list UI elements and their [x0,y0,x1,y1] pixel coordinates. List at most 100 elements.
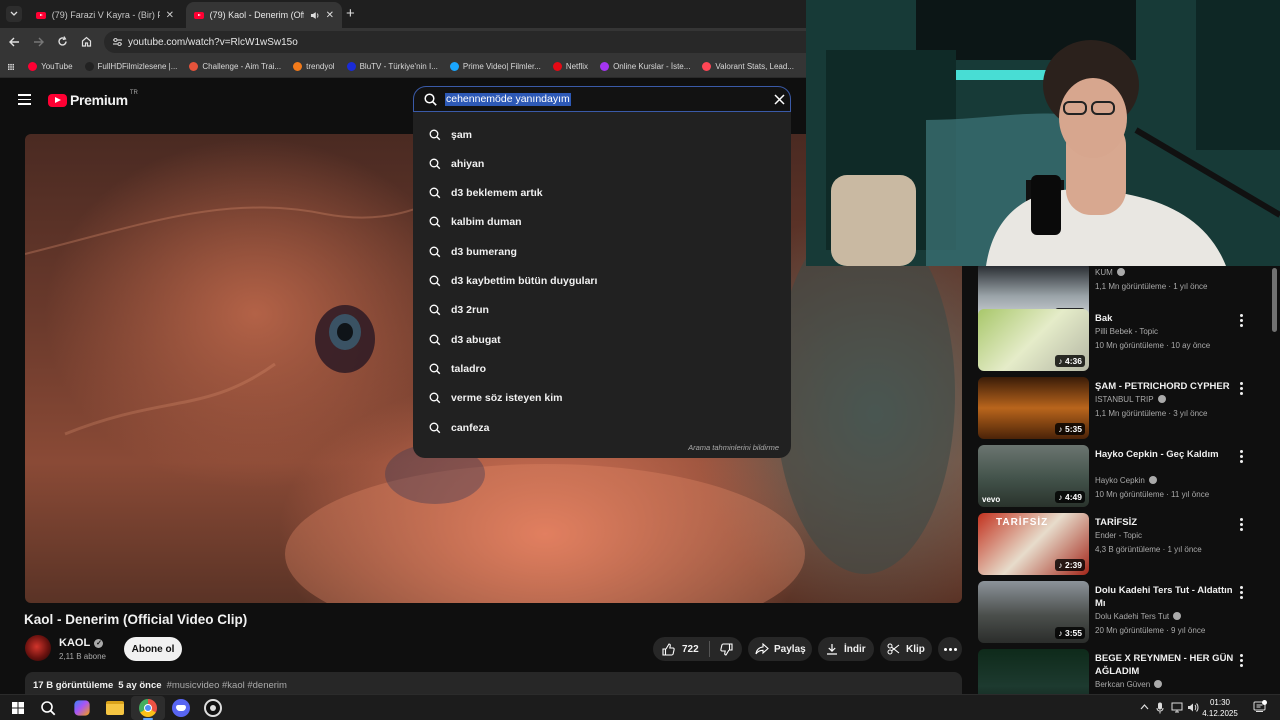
chevron-up-icon[interactable] [1140,703,1149,711]
recommended-channel[interactable]: KUM [1095,268,1125,277]
recommended-channel[interactable]: Ender - Topic [1095,531,1142,540]
search-suggestion[interactable]: taladro [413,354,791,383]
search-suggestion[interactable]: ahiyan [413,149,791,178]
more-options-icon[interactable] [1236,379,1246,397]
bookmark-favicon-icon [600,62,610,71]
youtube-logo[interactable]: Premium TR [48,90,138,108]
more-options-icon[interactable] [1236,447,1246,465]
discord-icon[interactable] [172,699,190,717]
url-bar[interactable]: youtube.com/watch?v=RlcW1wSw15o [104,31,806,53]
bookmark-label: Prime Video| Filmler... [462,62,541,71]
recommended-title[interactable]: Dolu Kadehi Ters Tut - Aldattın Mı [1095,584,1245,610]
close-tab-icon[interactable]: ✕ [326,10,334,21]
search-suggestion[interactable]: canfeza [413,413,791,442]
video-thumbnail[interactable]: TARİFSİZ ♪ 2:39 [978,513,1089,575]
bookmark-item[interactable]: Online Kurslar - İste... [600,62,690,71]
like-button[interactable]: 722 [653,637,709,661]
search-suggestion[interactable]: d3 abugat [413,325,791,354]
bookmark-item[interactable]: Valorant Stats, Lead... [702,62,794,71]
recommended-title[interactable]: TARİFSİZ [1095,516,1245,529]
hashtags[interactable]: #musicvideo #kaol #denerim [167,680,287,694]
clip-button[interactable]: Klip [880,637,932,661]
back-arrow-icon[interactable] [9,37,20,47]
recommended-video[interactable]: TARİFSİZ ♪ 2:39 TARİFSİZ Ender - Topic 4,3 B… [978,513,1268,577]
report-predictions-link[interactable]: Arama tahminlerini bildirme [688,443,779,452]
bookmark-item[interactable]: Netflix [552,62,588,71]
bookmark-item[interactable]: Challenge - Aim Trai... [189,62,281,71]
site-settings-icon[interactable] [112,37,123,47]
bookmark-item[interactable]: trendyol [293,62,335,71]
recommended-video[interactable]: ♪ 5:35 ŞAM - PETRICHORD CYPHER ISTANBUL TR… [978,377,1268,441]
video-thumbnail[interactable]: vevo ♪ 4:49 [978,445,1089,507]
recommended-title[interactable]: BEGE X REYNMEN - HER GÜN AĞLADIM [1095,652,1245,678]
bookmark-favicon-icon [189,62,199,71]
download-button[interactable]: İndir [818,637,874,661]
file-explorer-icon[interactable] [106,701,124,715]
tab-kaol[interactable]: (79) Kaol - Denerim (Officia ✕ [186,2,342,28]
video-thumbnail[interactable]: ♪ 3:55 [978,581,1089,643]
recommended-title[interactable]: ŞAM - PETRICHORD CYPHER [1095,380,1245,393]
search-suggestion[interactable]: d3 beklemem artık [413,179,791,208]
recommended-video[interactable]: vevo ♪ 4:49 Hayko Cepkin - Geç Kaldım Hayko… [978,445,1268,509]
home-icon[interactable] [81,36,92,47]
clear-search-icon[interactable] [774,94,785,105]
bookmark-item[interactable]: BluTV - Türkiye'nin I... [346,62,438,71]
sidebar-scrollbar[interactable] [1272,268,1277,332]
search-input[interactable]: cehennemöde yanındayım [445,93,571,106]
subscribe-button[interactable]: Abone ol [124,637,182,661]
logo-text: Premium [70,92,128,108]
more-options-icon[interactable] [1236,583,1246,601]
recommended-title[interactable]: Bak [1095,312,1245,325]
search-suggestion[interactable]: d3 bumerang [413,237,791,266]
speaker-icon[interactable] [310,11,320,20]
more-options-icon[interactable] [1236,311,1246,329]
reload-icon[interactable] [57,36,68,47]
bookmark-item[interactable]: FullHDFilmizlesene |... [84,62,177,71]
obs-icon[interactable] [204,699,222,717]
tab-search-button[interactable] [6,6,22,22]
recommended-channel[interactable]: ISTANBUL TRIP [1095,395,1166,404]
bookmark-item[interactable]: Prime Video| Filmler... [449,62,541,71]
recommended-channel[interactable]: Dolu Kadehi Ters Tut [1095,612,1182,621]
video-thumbnail[interactable]: ♪ 5:35 [978,377,1089,439]
new-tab-button[interactable]: + [346,5,355,22]
recommended-channel[interactable]: Hayko Cepkin [1095,476,1157,485]
search-suggestion[interactable]: d3 2run [413,296,791,325]
search-suggestion[interactable]: kalbim duman [413,208,791,237]
video-thumbnail[interactable]: ♪ 4:36 [978,309,1089,371]
video-description-box[interactable]: 17 B görüntüleme 5 ay önce #musicvideo #… [25,672,962,694]
search-suggestion[interactable]: şam [413,120,791,149]
channel-name[interactable]: KAOL ✓ [59,637,104,649]
bookmark-favicon-icon [702,62,712,71]
video-thumbnail[interactable] [978,649,1089,694]
channel-avatar[interactable] [25,635,51,661]
tab-farazi[interactable]: (79) Farazi V Kayra - (Bir) Fotoğ... ✕ [28,2,182,28]
volume-icon[interactable] [1187,702,1199,713]
search-box[interactable]: cehennemöde yanındayım [413,86,791,112]
search-suggestion[interactable]: d3 kaybettim bütün duyguları [413,267,791,296]
close-tab-icon[interactable]: ✕ [166,10,174,21]
recommended-video[interactable]: ♪ 3:55 Dolu Kadehi Ters Tut - Aldattın Mı… [978,581,1268,645]
recommended-video[interactable]: BEGE X REYNMEN - HER GÜN AĞLADIM Berkcan … [978,649,1268,694]
recommended-channel[interactable]: Pilli Bebek - Topic [1095,327,1158,336]
apps-grid-icon[interactable] [8,62,15,72]
windows-start-icon[interactable] [9,699,27,717]
more-actions-button[interactable] [938,637,962,661]
recommended-channel[interactable]: Berkcan Güven [1095,680,1163,689]
forward-arrow-icon[interactable] [33,37,44,47]
more-options-icon[interactable] [1236,515,1246,533]
network-icon[interactable] [1171,702,1183,713]
bookmark-item[interactable]: YouTube [28,62,73,71]
recommended-title[interactable]: Hayko Cepkin - Geç Kaldım [1095,448,1245,461]
suggestion-text: d3 bumerang [451,245,517,258]
search-suggestion[interactable]: verme söz isteyen kim [413,384,791,413]
share-button[interactable]: Paylaş [748,637,812,661]
dislike-button[interactable] [710,637,742,661]
clock[interactable]: 01:30 4.12.2025 [1200,697,1240,719]
microphone-icon[interactable] [1156,702,1164,714]
copilot-icon[interactable] [74,700,90,716]
more-options-icon[interactable] [1236,651,1246,669]
recommended-video[interactable]: ♪ 4:36 Bak Pilli Bebek - Topic 10 Mn görünt… [978,309,1268,373]
menu-hamburger-icon[interactable] [18,94,31,105]
taskbar-search-icon[interactable] [39,699,57,717]
